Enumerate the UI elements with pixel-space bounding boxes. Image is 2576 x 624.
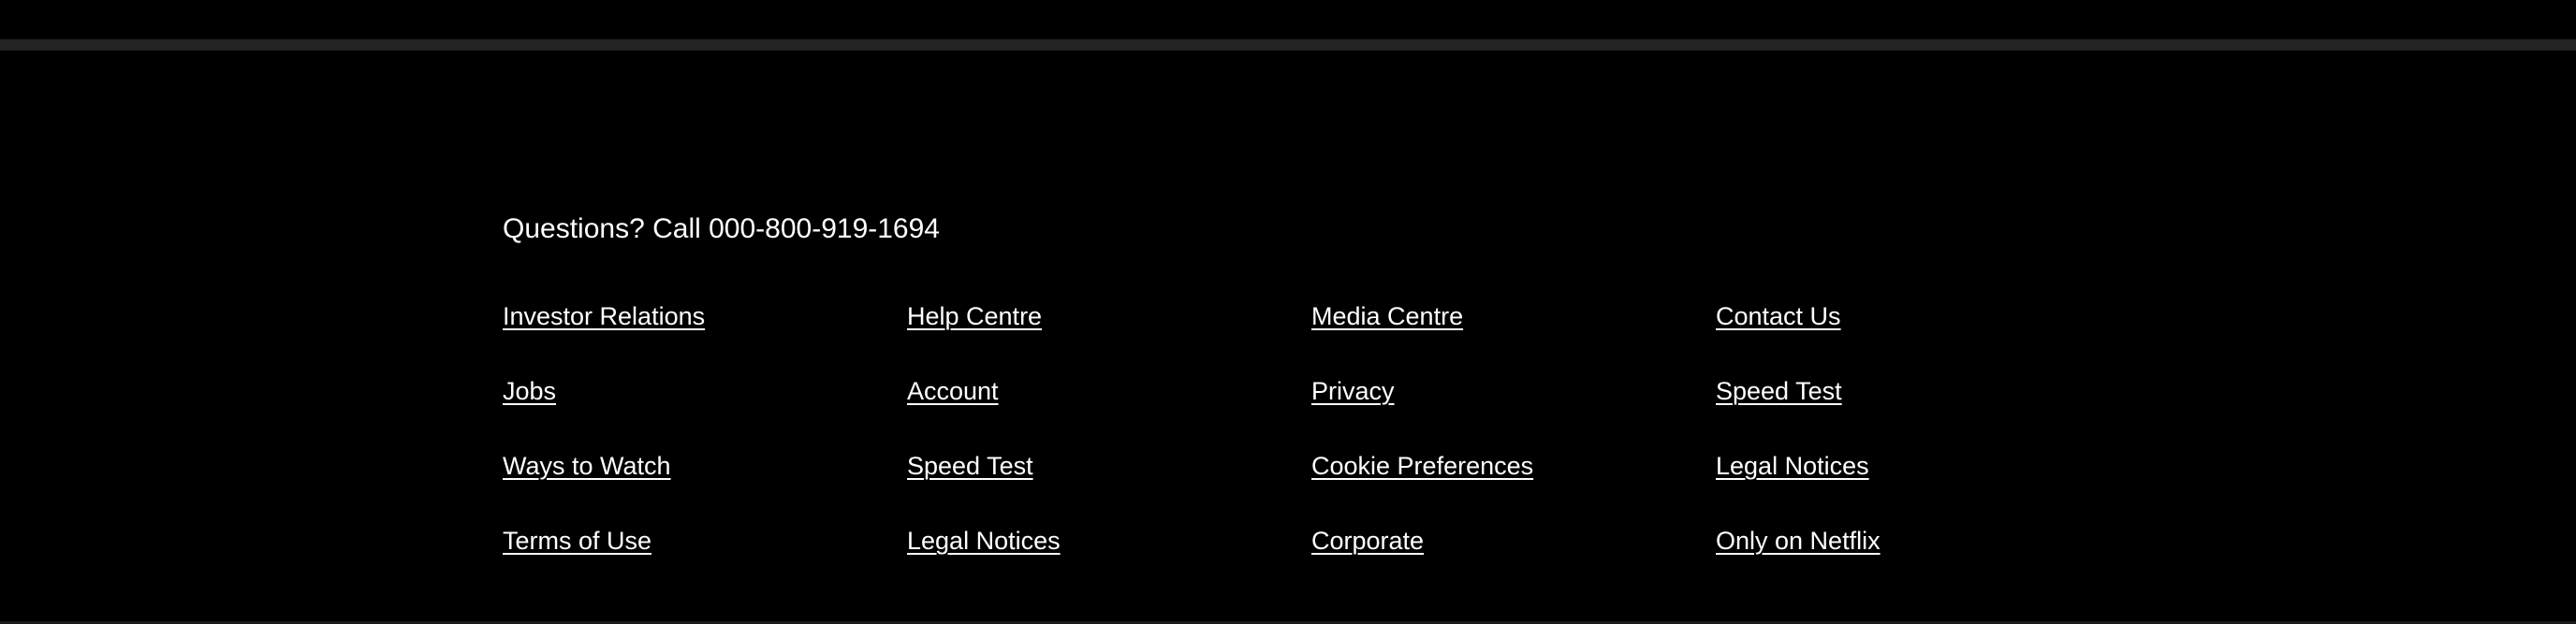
contact-phone-text: Questions? Call 000-800-919-1694: [503, 213, 940, 244]
footer-link-terms-of-use[interactable]: Terms of Use: [503, 524, 651, 558]
footer-link-ways-to-watch[interactable]: Ways to Watch: [503, 449, 671, 483]
footer-link-privacy[interactable]: Privacy: [1311, 374, 1395, 408]
footer-link-speed-test[interactable]: Speed Test: [907, 449, 1033, 483]
footer-link-contact-us[interactable]: Contact Us: [1716, 299, 1841, 333]
footer-link-account[interactable]: Account: [907, 374, 999, 408]
footer-link-legal-notices[interactable]: Legal Notices: [907, 524, 1061, 558]
footer-link-only-on-netflix[interactable]: Only on Netflix: [1716, 524, 1881, 558]
footer-link-media-centre[interactable]: Media Centre: [1311, 299, 1463, 333]
footer-link-help-centre[interactable]: Help Centre: [907, 299, 1042, 333]
footer-link-investor-relations[interactable]: Investor Relations: [503, 299, 705, 333]
footer-link-speed-test[interactable]: Speed Test: [1716, 374, 1842, 408]
site-footer: Questions? Call 000-800-919-1694 Investo…: [503, 208, 2150, 599]
page: Questions? Call 000-800-919-1694 Investo…: [0, 0, 2576, 624]
footer-link-corporate[interactable]: Corporate: [1311, 524, 1424, 558]
footer-link-jobs[interactable]: Jobs: [503, 374, 556, 408]
footer-links: Investor Relations Help Centre Media Cen…: [503, 299, 2150, 599]
footer-link-legal-notices[interactable]: Legal Notices: [1716, 449, 1869, 483]
footer-link-cookie-preferences[interactable]: Cookie Preferences: [1311, 449, 1533, 483]
section-divider: [0, 39, 2576, 51]
